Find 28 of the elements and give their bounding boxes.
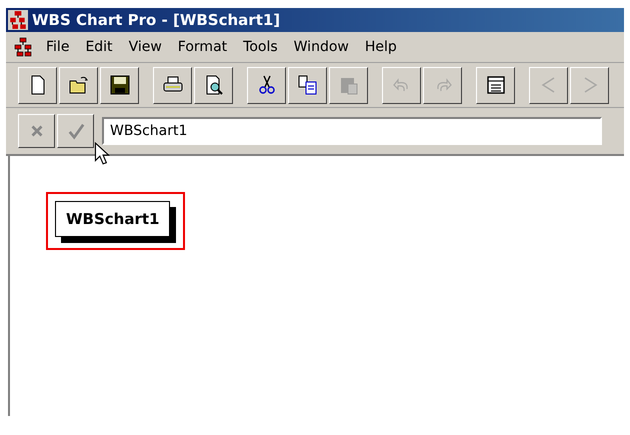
menu-item[interactable]: Tools bbox=[235, 39, 286, 55]
menu-item[interactable]: Format bbox=[170, 39, 236, 55]
menu-item[interactable]: Edit bbox=[77, 39, 121, 55]
print-preview-button[interactable] bbox=[194, 66, 233, 104]
menu-item[interactable]: File bbox=[38, 39, 78, 55]
magnifier-page-icon bbox=[204, 75, 224, 95]
open-button[interactable] bbox=[59, 66, 98, 104]
copy-button[interactable] bbox=[288, 66, 327, 104]
menu-item[interactable]: Window bbox=[286, 39, 357, 55]
window-title: WBS Chart Pro - [WBSchart1] bbox=[32, 11, 280, 29]
menu-item[interactable]: Help bbox=[356, 39, 405, 55]
cut-button[interactable] bbox=[247, 66, 286, 104]
new-button[interactable] bbox=[18, 66, 57, 104]
text-input-field[interactable]: WBSchart1 bbox=[102, 117, 602, 145]
chart-node[interactable]: WBSchart1 bbox=[46, 192, 186, 250]
org-chart-icon[interactable] bbox=[14, 37, 32, 57]
menu-item[interactable]: View bbox=[120, 39, 170, 55]
folder-icon bbox=[68, 75, 88, 95]
scissors-icon bbox=[256, 75, 276, 95]
checkmark-icon bbox=[66, 122, 84, 140]
org-chart-icon bbox=[8, 10, 28, 30]
paste-icon bbox=[338, 75, 358, 95]
form-icon bbox=[486, 75, 506, 95]
print-button[interactable] bbox=[153, 66, 192, 104]
copy-icon bbox=[298, 75, 318, 95]
mouse-pointer-icon bbox=[94, 142, 110, 166]
save-button[interactable] bbox=[100, 66, 139, 104]
properties-button[interactable] bbox=[476, 66, 515, 104]
